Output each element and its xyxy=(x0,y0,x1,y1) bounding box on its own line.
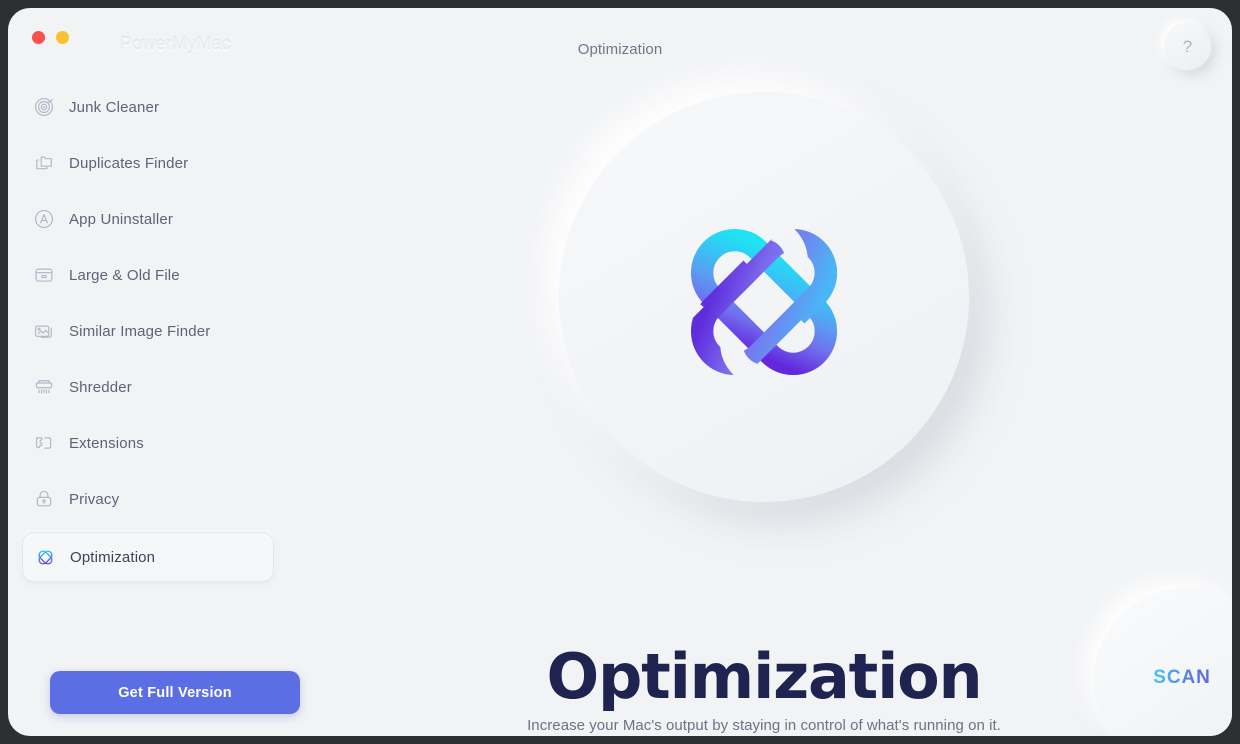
scan-button[interactable]: SCAN xyxy=(1094,588,1232,736)
radar-target-icon xyxy=(31,94,57,120)
sidebar-item-label: Large & Old File xyxy=(69,266,180,284)
help-button[interactable]: ? xyxy=(1164,23,1211,70)
window-title: Optimization xyxy=(577,41,663,58)
sidebar-item-label: Shredder xyxy=(69,378,132,396)
atom-knot-icon xyxy=(32,544,58,570)
sidebar-item-label: Similar Image Finder xyxy=(69,322,211,340)
sidebar-item-label: Optimization xyxy=(70,548,156,566)
padlock-icon xyxy=(31,486,57,512)
body-container: Junk Cleaner Duplicates Finder App Unins… xyxy=(8,70,1232,736)
get-full-version-button[interactable]: Get Full Version xyxy=(50,671,300,714)
sidebar: Junk Cleaner Duplicates Finder App Unins… xyxy=(8,70,300,736)
main-content: Optimization Increase your Mac's output … xyxy=(296,70,1232,736)
sidebar-item-extensions[interactable]: Extensions xyxy=(22,420,274,466)
photo-stack-icon xyxy=(31,318,57,344)
copy-folders-icon xyxy=(31,150,57,176)
paper-shredder-icon xyxy=(31,374,57,400)
sidebar-item-label: Junk Cleaner xyxy=(69,98,160,116)
sidebar-item-privacy[interactable]: Privacy xyxy=(22,476,274,522)
titlebar: PowerMyMac Optimization ? xyxy=(8,8,1232,70)
sidebar-item-shredder[interactable]: Shredder xyxy=(22,364,274,410)
question-mark-icon: ? xyxy=(1182,36,1193,56)
sidebar-item-label: Duplicates Finder xyxy=(69,154,189,172)
sidebar-item-optimization[interactable]: Optimization xyxy=(22,532,274,582)
puzzle-piece-icon xyxy=(31,430,57,456)
sidebar-item-label: App Uninstaller xyxy=(69,210,173,228)
sidebar-item-similar-image-finder[interactable]: Similar Image Finder xyxy=(22,308,274,354)
app-window: PowerMyMac Optimization ? Junk Cleaner D… xyxy=(8,8,1232,736)
atom-knot-logo xyxy=(678,216,850,388)
sidebar-item-app-uninstaller[interactable]: App Uninstaller xyxy=(22,196,274,242)
archive-box-icon xyxy=(31,262,57,288)
page-title: Optimization xyxy=(546,640,983,713)
sidebar-item-junk-cleaner[interactable]: Junk Cleaner xyxy=(22,84,274,130)
sidebar-item-label: Extensions xyxy=(69,434,144,452)
app-store-a-icon xyxy=(31,206,57,232)
sidebar-item-large-old-file[interactable]: Large & Old File xyxy=(22,252,274,298)
sidebar-item-label: Privacy xyxy=(69,490,120,508)
scan-button-label: SCAN xyxy=(1153,667,1211,688)
page-subtitle: Increase your Mac's output by staying in… xyxy=(527,717,1001,734)
sidebar-item-duplicates-finder[interactable]: Duplicates Finder xyxy=(22,140,274,186)
